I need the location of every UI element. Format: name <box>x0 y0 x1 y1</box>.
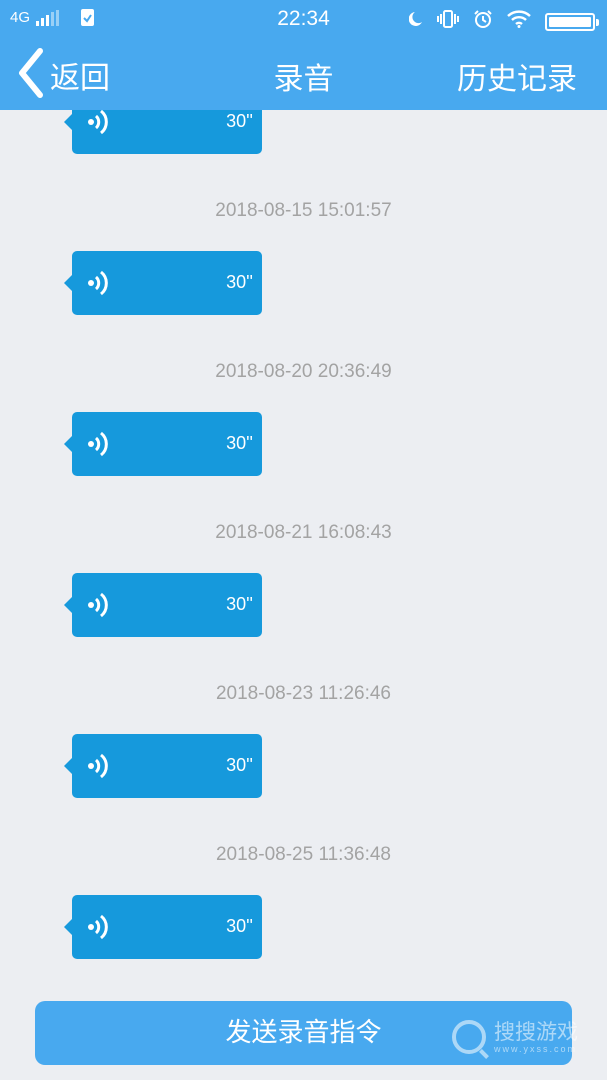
voice-wave-icon <box>86 751 112 785</box>
voice-duration: 30'' <box>226 594 253 614</box>
message-timestamp: 2018-08-20 20:36:49 <box>215 361 392 382</box>
send-record-command-button[interactable]: 发送录音指令 <box>35 1001 572 1065</box>
voice-duration: 30'' <box>226 111 253 131</box>
status-right <box>408 9 599 34</box>
voice-message-bubble[interactable]: 30'' <box>64 734 262 798</box>
message-timestamp: 2018-08-15 15:01:57 <box>215 200 392 221</box>
back-label: 返回 <box>50 61 110 96</box>
voice-message-bubble[interactable]: 30'' <box>64 110 262 154</box>
message-timestamp: 2018-08-21 16:08:43 <box>215 522 392 543</box>
voice-duration: 30'' <box>226 755 253 775</box>
voice-message-bubble[interactable]: 30'' <box>64 251 262 315</box>
voice-message-bubble[interactable]: 30'' <box>64 895 262 959</box>
voice-wave-icon <box>86 912 112 946</box>
wifi-icon <box>507 10 531 33</box>
alarm-icon <box>473 9 493 34</box>
voice-wave-icon <box>86 268 112 302</box>
moon-icon <box>408 11 423 32</box>
voice-wave-icon <box>86 429 112 463</box>
battery-icon <box>545 12 599 31</box>
voice-message-bubble[interactable]: 30'' <box>64 412 262 476</box>
recording-list[interactable]: 30'' 2018-08-15 15:01:57 30'' 2018-08-20… <box>0 110 607 1000</box>
back-button[interactable]: 返回 <box>16 48 110 102</box>
voice-wave-icon <box>86 590 112 624</box>
voice-duration: 30'' <box>226 272 253 292</box>
vibrate-icon <box>437 10 459 33</box>
nav-bar: 返回 录音 历史记录 <box>0 40 607 110</box>
voice-duration: 30'' <box>226 916 253 936</box>
message-timestamp: 2018-08-25 11:36:48 <box>215 844 392 865</box>
voice-wave-icon <box>86 110 112 141</box>
history-button[interactable]: 历史记录 <box>457 54 577 98</box>
status-bar: 4G 22:34 <box>0 0 607 40</box>
voice-message-bubble[interactable]: 30'' <box>64 573 262 637</box>
message-timestamp: 2018-08-23 11:26:46 <box>215 683 392 704</box>
app-header: 4G 22:34 返回 录音 历史记录 <box>0 0 607 110</box>
chevron-left-icon <box>16 47 46 103</box>
voice-duration: 30'' <box>226 433 253 453</box>
